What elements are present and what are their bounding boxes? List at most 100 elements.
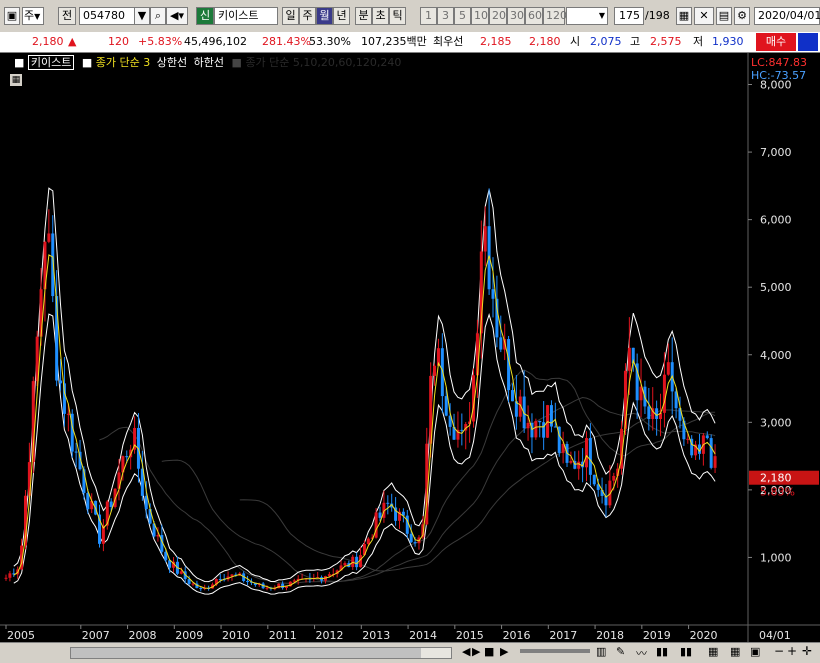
period-button[interactable]: 주 — [299, 7, 316, 25]
candle-body — [374, 512, 378, 538]
interval-button[interactable]: 10 — [471, 7, 489, 25]
period-button[interactable]: 틱 — [389, 7, 406, 25]
candle-body — [292, 580, 296, 582]
candle-body — [592, 474, 596, 485]
chart-type-icon[interactable]: ▥ — [596, 645, 606, 658]
legend-lower: 하한선 — [193, 56, 225, 69]
stop-icon[interactable]: ■ — [484, 645, 494, 658]
period-button[interactable]: 년 — [333, 7, 350, 25]
page-count-input[interactable]: 175 — [614, 7, 644, 25]
play-icon[interactable]: ▶ — [500, 645, 508, 658]
date-input[interactable]: 2020/04/01 — [754, 7, 820, 25]
candle-body — [705, 435, 709, 439]
table-icon[interactable]: ▦ — [10, 74, 22, 86]
search-icon[interactable]: ⌕ — [150, 7, 166, 25]
candle-body — [125, 456, 129, 458]
candle-body — [4, 577, 8, 579]
x-tick-label: 2015 — [456, 629, 484, 642]
interval-button[interactable]: 30 — [507, 7, 525, 25]
x-tick-label: 2019 — [643, 629, 671, 642]
interval-button[interactable]: 120 — [543, 7, 567, 25]
code-dropdown-icon[interactable]: ▼ — [134, 7, 150, 25]
chart-settings-icon[interactable]: ▣ — [750, 645, 760, 658]
interval-button[interactable]: 3 — [437, 7, 454, 25]
legend-square-icon: ■ — [81, 56, 93, 69]
interval-button[interactable]: 1 — [420, 7, 437, 25]
interval-dropdown[interactable]: ▼ — [566, 7, 608, 25]
hc-label: HC:-73.57 — [751, 69, 806, 82]
candle-body — [542, 422, 546, 438]
period-button[interactable]: 월 — [316, 7, 333, 25]
price-value: 2,180 — [32, 35, 64, 48]
period-button[interactable]: 일 — [282, 7, 299, 25]
candle-body — [59, 380, 63, 384]
x-tick-label: 2005 — [7, 629, 35, 642]
save-icon[interactable]: ▤ — [716, 7, 732, 25]
candle-body — [74, 451, 78, 453]
zoom-slider[interactable] — [520, 649, 590, 653]
draw-icon[interactable]: ✎ — [616, 645, 625, 658]
tool-icon[interactable]: ▦ — [708, 645, 718, 658]
sound-icon[interactable]: ◀▾ — [166, 7, 188, 25]
candle-body — [666, 362, 670, 375]
scroll-left-icon[interactable]: ◀ — [462, 645, 470, 658]
crosshair-toggle-icon[interactable]: ✛ — [802, 644, 812, 658]
legend-square-icon: ■ — [14, 56, 25, 69]
window-icon[interactable]: ▣ — [4, 7, 20, 25]
candle-body — [409, 533, 413, 543]
toolbar: ▣ 주▼ 전 054780 ▼ ⌕ ◀▾ 신 키이스트 일주월년분초틱 1351… — [0, 0, 820, 33]
candle-body — [218, 579, 222, 581]
candle-body — [413, 542, 417, 544]
y-tick-label: 4,000 — [760, 349, 792, 362]
bars-icon[interactable]: ▮▮ — [656, 645, 668, 658]
long-ma-line — [161, 396, 716, 582]
grid-icon[interactable]: ▦ — [676, 7, 692, 25]
prev-button[interactable]: 전 — [58, 7, 76, 25]
crosshair-icon[interactable]: ✕ — [694, 7, 714, 25]
buy-button[interactable]: 매수 — [756, 33, 796, 51]
mode-badge[interactable]: 신 — [196, 7, 214, 25]
candle-body — [109, 501, 113, 507]
candle-body — [8, 573, 12, 578]
low-value: 1,930 — [712, 35, 744, 48]
interval-button[interactable]: 5 — [454, 7, 471, 25]
low-label: 저 — [693, 35, 704, 48]
stock-name-field[interactable]: 키이스트 — [214, 7, 278, 25]
amount-value: 107,235백만 — [361, 35, 427, 48]
candle-body — [281, 583, 285, 588]
price-chart[interactable]: 8,000 7,000 6,000 5,000 4,000 3,000 2,000 1,000… — [0, 53, 820, 642]
period-button[interactable]: 분 — [355, 7, 372, 25]
up-arrow-icon: ▲ — [68, 35, 77, 48]
market-label: 주 — [24, 9, 35, 22]
zoom-out-icon[interactable]: − — [774, 644, 784, 658]
grid-toggle-icon[interactable]: ▦ — [730, 645, 740, 658]
x-tick-label: 2018 — [596, 629, 624, 642]
scroll-thumb[interactable] — [421, 648, 451, 658]
horizontal-scrollbar[interactable] — [70, 647, 452, 659]
legend-ma: 종가 단순 3 — [95, 56, 151, 69]
volume-bars-icon[interactable]: ▮▮ — [680, 645, 692, 658]
candle-body — [86, 493, 90, 510]
y-tick-label: 7,000 — [760, 146, 792, 159]
x-tick-label: 2017 — [549, 629, 577, 642]
candle-body — [199, 588, 203, 590]
candle-body — [526, 422, 530, 429]
zoom-in-icon[interactable]: + — [787, 644, 797, 658]
candle-body — [713, 456, 717, 468]
interval-button[interactable]: 60 — [525, 7, 543, 25]
x-tick-label: 2013 — [362, 629, 390, 642]
sell-button[interactable] — [798, 33, 818, 51]
candle-body — [553, 426, 557, 428]
period-button[interactable]: 초 — [372, 7, 389, 25]
x-tick-label: 2007 — [82, 629, 110, 642]
x-tick-label: 2011 — [269, 629, 297, 642]
scroll-right-icon[interactable]: ▶ — [472, 645, 480, 658]
x-tick-label: 04/01 — [759, 629, 791, 642]
market-select[interactable]: 주▼ — [22, 7, 44, 25]
line-icon[interactable]: 〰 — [636, 645, 647, 661]
interval-button[interactable]: 20 — [489, 7, 507, 25]
gear-icon[interactable]: ⚙ — [734, 7, 750, 25]
legend-upper: 상한선 — [156, 56, 188, 69]
code-input[interactable]: 054780 — [79, 7, 135, 25]
last-price-label: 2,180 — [760, 472, 792, 485]
